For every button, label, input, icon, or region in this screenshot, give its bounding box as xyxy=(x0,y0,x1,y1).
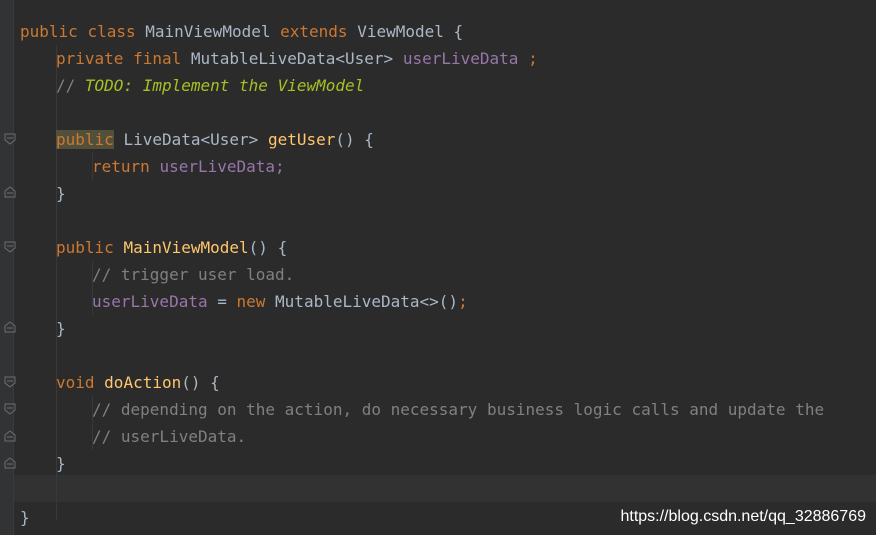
code-line: } xyxy=(56,319,66,338)
editor-gutter xyxy=(0,0,14,535)
code-line: // trigger user load. xyxy=(92,265,295,284)
code-line: // userLiveData. xyxy=(92,427,247,446)
watermark-url: https://blog.csdn.net/qq_32886769 xyxy=(620,508,866,525)
code-line: void doAction() { xyxy=(56,373,220,392)
fold-open-icon[interactable] xyxy=(4,403,16,415)
code-line: } xyxy=(56,184,66,203)
fold-close-icon[interactable] xyxy=(4,430,16,442)
code-line: userLiveData = new MutableLiveData<>(); xyxy=(92,292,468,311)
fold-open-icon[interactable] xyxy=(4,241,16,253)
code-line: } xyxy=(56,454,66,473)
fold-open-icon[interactable] xyxy=(4,133,16,145)
fold-close-icon[interactable] xyxy=(4,457,16,469)
fold-open-icon[interactable] xyxy=(4,376,16,388)
code-line: private final MutableLiveData<User> user… xyxy=(56,49,538,68)
code-line: // TODO: Implement the ViewModel xyxy=(56,76,365,95)
code-line: public MainViewModel() { xyxy=(56,238,288,257)
code-line: public class MainViewModel extends ViewM… xyxy=(20,22,464,41)
code-line: // depending on the action, do necessary… xyxy=(92,400,825,419)
fold-close-icon[interactable] xyxy=(4,321,16,333)
code-editor-screenshot: { "editor": { "lines": { "l1": ["public"… xyxy=(0,0,876,535)
current-line-highlight xyxy=(14,475,876,502)
fold-close-icon[interactable] xyxy=(4,186,16,198)
code-line: public LiveData<User> getUser() { xyxy=(56,130,374,149)
gutter-divider xyxy=(13,0,14,535)
code-line: return userLiveData; xyxy=(92,157,285,176)
